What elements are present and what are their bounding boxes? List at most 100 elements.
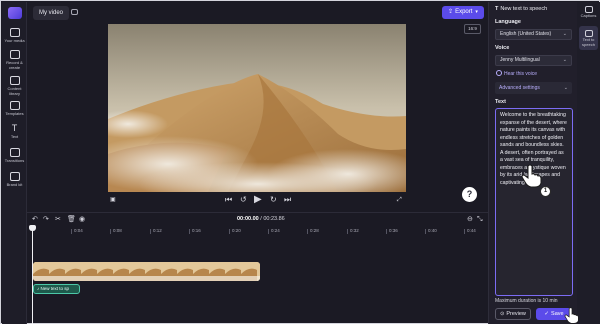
- screenshot-icon[interactable]: ▣: [110, 195, 116, 205]
- tick-label: 0:20: [229, 228, 241, 234]
- chevron-down-icon: ⌄: [562, 31, 567, 37]
- video-preview: [108, 24, 406, 192]
- total-time: 00:23.86: [263, 216, 285, 222]
- nav-content-library[interactable]: Content library: [2, 76, 27, 96]
- fit-timeline-icon[interactable]: ⤡: [477, 215, 483, 224]
- preview-button[interactable]: ⊙ Preview: [495, 308, 531, 320]
- hear-voice-link[interactable]: Hear this voice: [496, 70, 537, 77]
- chevron-down-icon: ⌄: [563, 85, 568, 91]
- right-toolbar: Captions Text to speech: [577, 2, 600, 324]
- app-logo: [8, 7, 22, 19]
- text-icon: T: [11, 123, 18, 133]
- magnet-icon[interactable]: ◉: [79, 215, 85, 224]
- preview-area: 16:9: [27, 22, 488, 212]
- tts-clip-label: New text to sp: [40, 286, 70, 291]
- forward-icon[interactable]: ↻: [270, 195, 277, 205]
- text-to-speech-panel: T New text to speech Language English (Un…: [488, 2, 577, 324]
- tick-label: 0:36: [386, 228, 398, 234]
- tick-label: 0:04: [71, 228, 83, 234]
- captions-tab[interactable]: Captions: [577, 6, 600, 19]
- advanced-settings-toggle[interactable]: Advanced settings ⌄: [495, 82, 572, 94]
- text-to-speech-clip[interactable]: ♪ New text to sp: [33, 284, 80, 294]
- templates-icon: [9, 101, 20, 110]
- nav-label: Transitions: [4, 158, 25, 163]
- nav-label: Brand kit: [6, 182, 23, 187]
- nav-your-media[interactable]: Your media: [2, 28, 27, 44]
- undo-icon[interactable]: ↶: [32, 215, 38, 224]
- save-label: Save: [551, 311, 564, 317]
- tick-label: 0:24: [268, 228, 280, 234]
- transitions-icon: [9, 148, 20, 157]
- timecode: 00:00.00 / 00:23.86: [237, 216, 285, 222]
- play-circle-icon: [496, 70, 502, 76]
- nav-label: Record & create: [6, 60, 23, 70]
- brand-kit-icon: [9, 172, 20, 181]
- text-input[interactable]: Welcome to the breathtaking expanse of t…: [495, 108, 573, 296]
- top-bar: My video ⇪ Export ▾: [27, 2, 488, 22]
- voice-select[interactable]: Jenny Multilingual ⌄: [495, 55, 572, 66]
- nav-transitions[interactable]: Transitions: [2, 148, 27, 164]
- skip-back-icon[interactable]: ⏮: [225, 195, 232, 205]
- nav-brand-kit[interactable]: Brand kit: [2, 172, 27, 188]
- panel-title: New text to speech: [500, 6, 548, 12]
- text-label: Text: [495, 99, 506, 105]
- timeline-ruler[interactable]: 0:04 0:08 0:12 0:16 0:20 0:24 0:28 0:32 …: [27, 226, 488, 238]
- text-to-speech-tab[interactable]: Text to speech: [577, 30, 600, 47]
- zoom-out-icon[interactable]: ⊖: [467, 215, 473, 224]
- hand-cursor-icon: [521, 164, 542, 188]
- play-button[interactable]: ▶: [254, 195, 262, 205]
- tick-label: 0:40: [425, 228, 437, 234]
- voice-label: Voice: [495, 45, 510, 51]
- export-button[interactable]: ⇪ Export ▾: [442, 6, 484, 19]
- library-icon: [9, 76, 20, 85]
- help-button[interactable]: ?: [462, 187, 477, 202]
- hear-voice-label: Hear this voice: [504, 71, 538, 77]
- nav-templates[interactable]: Templates: [2, 101, 27, 117]
- playhead-handle[interactable]: [29, 225, 36, 231]
- project-name-tab[interactable]: My video: [33, 6, 70, 20]
- redo-icon[interactable]: ↷: [43, 215, 49, 224]
- language-value: English (United States): [500, 31, 552, 37]
- timeline-toolbar: ↶ ↷ ✂ 🗑 ◉ 00:00.00 / 00:23.86 ⊖ ⤡: [27, 212, 488, 225]
- nav-label: Templates: [5, 111, 24, 116]
- folder-icon: [9, 28, 20, 37]
- tick-label: 0:32: [347, 228, 359, 234]
- text-to-speech-label: Text to speech: [582, 37, 595, 47]
- nav-label: Text: [10, 134, 19, 139]
- max-duration-note: Maximum duration is 10 min: [495, 298, 558, 304]
- checkmark-icon: ✓: [544, 311, 550, 317]
- text-to-speech-icon: [584, 30, 593, 37]
- text-icon: T: [495, 6, 499, 12]
- video-clip[interactable]: [33, 262, 260, 281]
- chevron-down-icon: ▾: [475, 9, 478, 15]
- skip-forward-icon[interactable]: ⏭: [284, 195, 291, 205]
- language-select[interactable]: English (United States) ⌄: [495, 29, 572, 40]
- app-window: Your media Record & create Content libra…: [0, 0, 600, 324]
- captions-label: Captions: [580, 13, 597, 18]
- tick-label: 0:12: [150, 228, 162, 234]
- nav-record-create[interactable]: Record & create: [2, 50, 27, 70]
- tick-label: 0:08: [110, 228, 122, 234]
- captions-icon: [584, 6, 593, 13]
- language-label: Language: [495, 19, 521, 25]
- desert-dunes-image: [108, 24, 406, 192]
- clip-thumbnails: [33, 262, 260, 281]
- playhead[interactable]: [32, 227, 33, 324]
- tick-label: 0:28: [307, 228, 319, 234]
- panel-header: T New text to speech: [495, 6, 547, 12]
- rewind-icon[interactable]: ↺: [240, 195, 247, 205]
- upload-icon: ⇪: [448, 9, 454, 15]
- player-controls: ▣ ⏮ ↺ ▶ ↻ ⏭ ⤢: [27, 193, 488, 207]
- tick-label: 0:16: [189, 228, 201, 234]
- voice-value: Jenny Multilingual: [500, 57, 540, 63]
- aspect-ratio-button[interactable]: 16:9: [464, 24, 481, 34]
- advanced-settings-label: Advanced settings: [499, 85, 540, 91]
- split-icon[interactable]: ✂: [55, 215, 61, 224]
- play-circle-icon: ⊙: [500, 311, 505, 317]
- delete-icon[interactable]: 🗑: [67, 215, 76, 224]
- hand-cursor-icon: [564, 307, 579, 324]
- fullscreen-icon[interactable]: ⤢: [397, 195, 402, 205]
- camera-icon: [9, 50, 20, 59]
- cloud-sync-icon[interactable]: [71, 9, 78, 15]
- nav-text[interactable]: T Text: [2, 124, 27, 140]
